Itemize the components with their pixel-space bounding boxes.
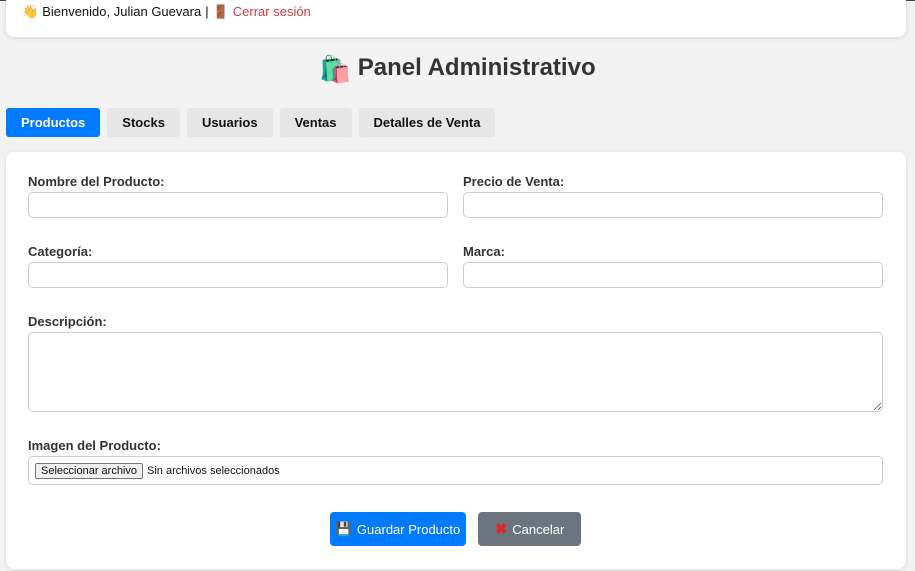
file-input: Seleccionar archivo Sin archivos selecci… — [28, 456, 883, 485]
cancel-label: Cancelar — [512, 521, 565, 537]
shopping-bags-icon: 🛍️ — [319, 54, 352, 84]
descripcion-textarea[interactable] — [28, 332, 883, 412]
tab-stocks[interactable]: Stocks — [107, 108, 180, 137]
welcome-text: Bienvenido, Julian Guevara — [42, 4, 202, 19]
categoria-input[interactable] — [28, 262, 448, 288]
categoria-label: Categoría: — [28, 244, 93, 259]
tab-detalles-de-venta[interactable]: Detalles de Venta — [358, 108, 496, 137]
page-title-container: 🛍️ Panel Administrativo — [0, 54, 915, 85]
precio-label: Precio de Venta: — [463, 174, 565, 189]
cross-mark-icon: ✖ — [494, 521, 508, 538]
wave-icon: 👋 — [22, 4, 39, 19]
marca-label: Marca: — [463, 244, 505, 259]
nombre-label: Nombre del Producto: — [28, 174, 165, 189]
descripcion-label: Descripción: — [28, 314, 107, 329]
nombre-input[interactable] — [28, 192, 448, 218]
marca-input[interactable] — [463, 262, 883, 288]
save-product-button[interactable]: 💾 Guardar Producto — [330, 512, 466, 546]
tab-ventas[interactable]: Ventas — [279, 108, 352, 137]
tab-usuarios[interactable]: Usuarios — [186, 108, 273, 137]
cancel-button[interactable]: ✖ Cancelar — [478, 512, 581, 546]
logout-link[interactable]: Cerrar sesión — [233, 4, 311, 19]
save-product-label: Guardar Producto — [356, 521, 461, 537]
user-bar: 👋 Bienvenido, Julian Guevara | 🚪 Cerrar … — [6, 0, 906, 37]
imagen-label: Imagen del Producto: — [28, 438, 161, 453]
separator: | — [205, 4, 209, 19]
choose-file-button[interactable]: Seleccionar archivo — [35, 462, 143, 479]
file-status: Sin archivos seleccionados — [147, 464, 280, 477]
tab-bar: Productos Stocks Usuarios Ventas Detalle… — [6, 108, 496, 137]
tab-productos[interactable]: Productos — [6, 108, 101, 137]
precio-input[interactable] — [463, 192, 883, 218]
page-title: Panel Administrativo — [357, 54, 596, 81]
product-form-card: Nombre del Producto: Precio de Venta: Ca… — [6, 152, 906, 569]
door-icon: 🚪 — [212, 4, 229, 19]
floppy-disk-icon: 💾 — [335, 521, 352, 536]
